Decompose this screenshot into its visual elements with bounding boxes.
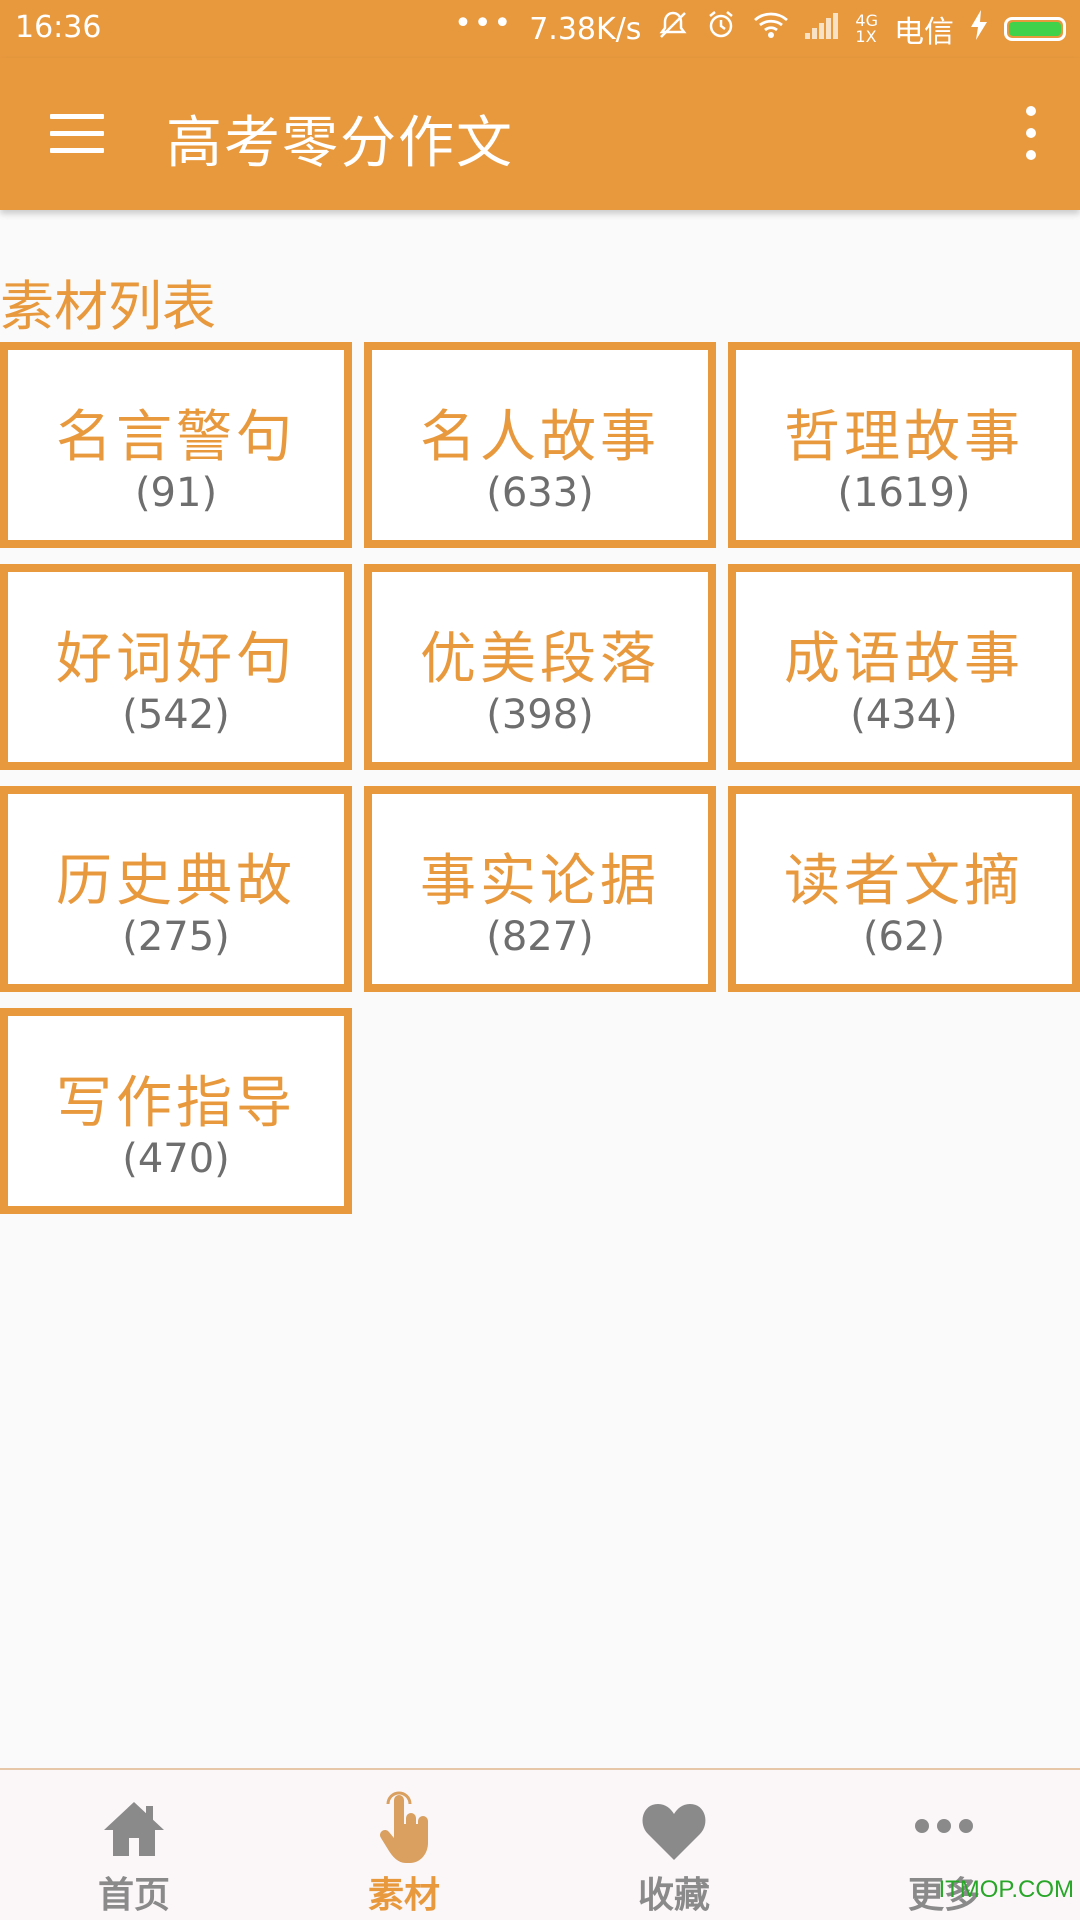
category-count: (542): [122, 692, 230, 738]
signal-icon: [805, 12, 839, 47]
overflow-menu-icon[interactable]: [1016, 106, 1046, 160]
category-name: 名人故事: [420, 405, 660, 470]
category-tile-haoci[interactable]: 好词好句 (542): [0, 564, 352, 770]
app-bar: 高考零分作文: [0, 58, 1080, 210]
nav-item-home[interactable]: 首页: [24, 1770, 244, 1920]
category-name: 写作指导: [56, 1071, 296, 1136]
category-tile-duzhe[interactable]: 读者文摘 (62): [728, 786, 1080, 992]
category-count: (1619): [837, 470, 971, 516]
nav-item-material[interactable]: 素材: [294, 1770, 514, 1920]
pointer-hand-icon: [364, 1790, 444, 1870]
more-dots-icon: [904, 1790, 984, 1870]
network-type: 4G 1X: [855, 13, 878, 45]
nav-label: 首页: [97, 1875, 170, 1916]
category-tile-shishi[interactable]: 事实论据 (827): [364, 786, 716, 992]
nav-label: 收藏: [637, 1875, 710, 1916]
category-name: 优美段落: [420, 627, 660, 692]
app-title: 高考零分作文: [166, 111, 514, 176]
carrier-label: 电信: [894, 15, 954, 50]
category-tile-mingren[interactable]: 名人故事 (633): [364, 342, 716, 548]
heart-icon: [634, 1790, 714, 1870]
battery-icon: [1004, 17, 1066, 41]
category-tile-mingyan[interactable]: 名言警句 (91): [0, 342, 352, 548]
category-name: 好词好句: [56, 627, 296, 692]
category-count: (434): [850, 692, 958, 738]
home-icon: [94, 1790, 174, 1870]
category-count: (633): [486, 470, 594, 516]
category-count: (62): [862, 914, 946, 960]
category-tile-zheli[interactable]: 哲理故事 (1619): [728, 342, 1080, 548]
nav-item-favorites[interactable]: 收藏: [564, 1770, 784, 1920]
category-name: 历史典故: [56, 849, 296, 914]
nav-label: 素材: [367, 1875, 440, 1916]
net-speed: 7.38K/s: [529, 11, 642, 47]
category-name: 读者文摘: [784, 849, 1024, 914]
alarm-icon: [705, 9, 737, 49]
category-name: 事实论据: [420, 849, 660, 914]
category-count: (827): [486, 914, 594, 960]
category-count: (470): [122, 1136, 230, 1182]
category-count: (91): [134, 470, 218, 516]
charging-icon: [970, 10, 988, 48]
category-name: 哲理故事: [784, 405, 1024, 470]
status-time: 16:36: [15, 10, 102, 45]
category-name: 成语故事: [784, 627, 1024, 692]
category-tile-youmei[interactable]: 优美段落 (398): [364, 564, 716, 770]
status-more-dots: •••: [454, 6, 514, 41]
mute-icon: [657, 9, 689, 49]
section-title: 素材列表: [0, 275, 216, 338]
watermark: ITMOP.COM: [938, 1876, 1074, 1903]
category-count: (398): [486, 692, 594, 738]
bottom-nav: 首页 素材 收藏 更多: [0, 1768, 1080, 1920]
category-name: 名言警句: [56, 405, 296, 470]
category-tile-chengyu[interactable]: 成语故事 (434): [728, 564, 1080, 770]
network-type-bottom: 1X: [855, 27, 877, 46]
status-icons: ••• 7.38K/s 4G 1X 电信: [454, 8, 1066, 50]
category-count: (275): [122, 914, 230, 960]
hamburger-icon[interactable]: [50, 114, 104, 154]
category-tile-xiezuo[interactable]: 写作指导 (470): [0, 1008, 352, 1214]
wifi-icon: [753, 10, 789, 48]
category-tile-lishi[interactable]: 历史典故 (275): [0, 786, 352, 992]
status-bar: 16:36 ••• 7.38K/s 4G 1X 电信: [0, 0, 1080, 58]
